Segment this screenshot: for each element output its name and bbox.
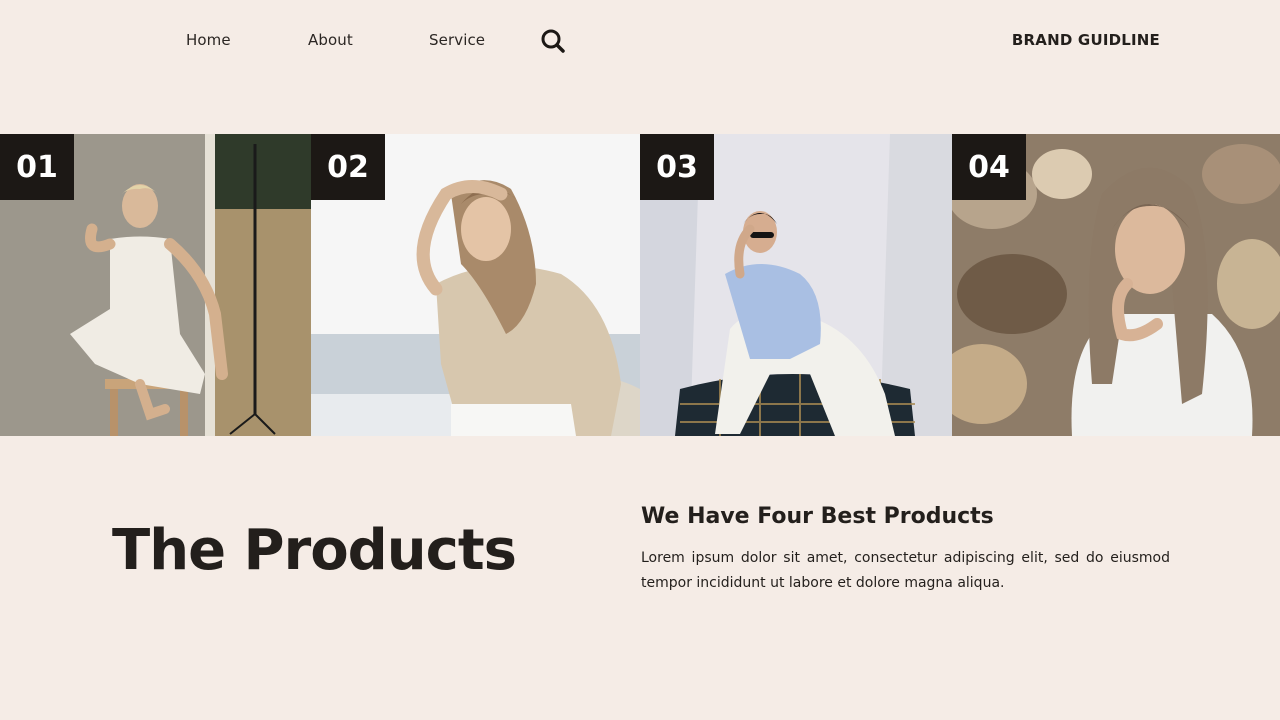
- product-gallery: 01 02 03 04: [0, 134, 1280, 436]
- product-tile-3[interactable]: 03: [640, 134, 952, 436]
- product-number-badge: 02: [311, 134, 385, 200]
- nav-link-service[interactable]: Service: [429, 31, 485, 49]
- product-number-badge: 04: [952, 134, 1026, 200]
- product-number-badge: 01: [0, 134, 74, 200]
- product-tile-1[interactable]: 01: [0, 134, 311, 436]
- search-icon[interactable]: [540, 28, 566, 54]
- product-tile-2[interactable]: 02: [311, 134, 640, 436]
- brand-name: BRAND GUIDLINE: [1011, 31, 1160, 49]
- product-tile-4[interactable]: 04: [952, 134, 1280, 436]
- section-subtitle: We Have Four Best Products: [641, 504, 994, 529]
- nav-link-home[interactable]: Home: [186, 31, 231, 49]
- top-navigation: Home About Service BRAND GUIDLINE: [0, 0, 1280, 80]
- product-number-badge: 03: [640, 134, 714, 200]
- nav-link-about[interactable]: About: [308, 31, 353, 49]
- page-title: The Products: [112, 518, 517, 583]
- section-description: Lorem ipsum dolor sit amet, consectetur …: [641, 550, 1170, 591]
